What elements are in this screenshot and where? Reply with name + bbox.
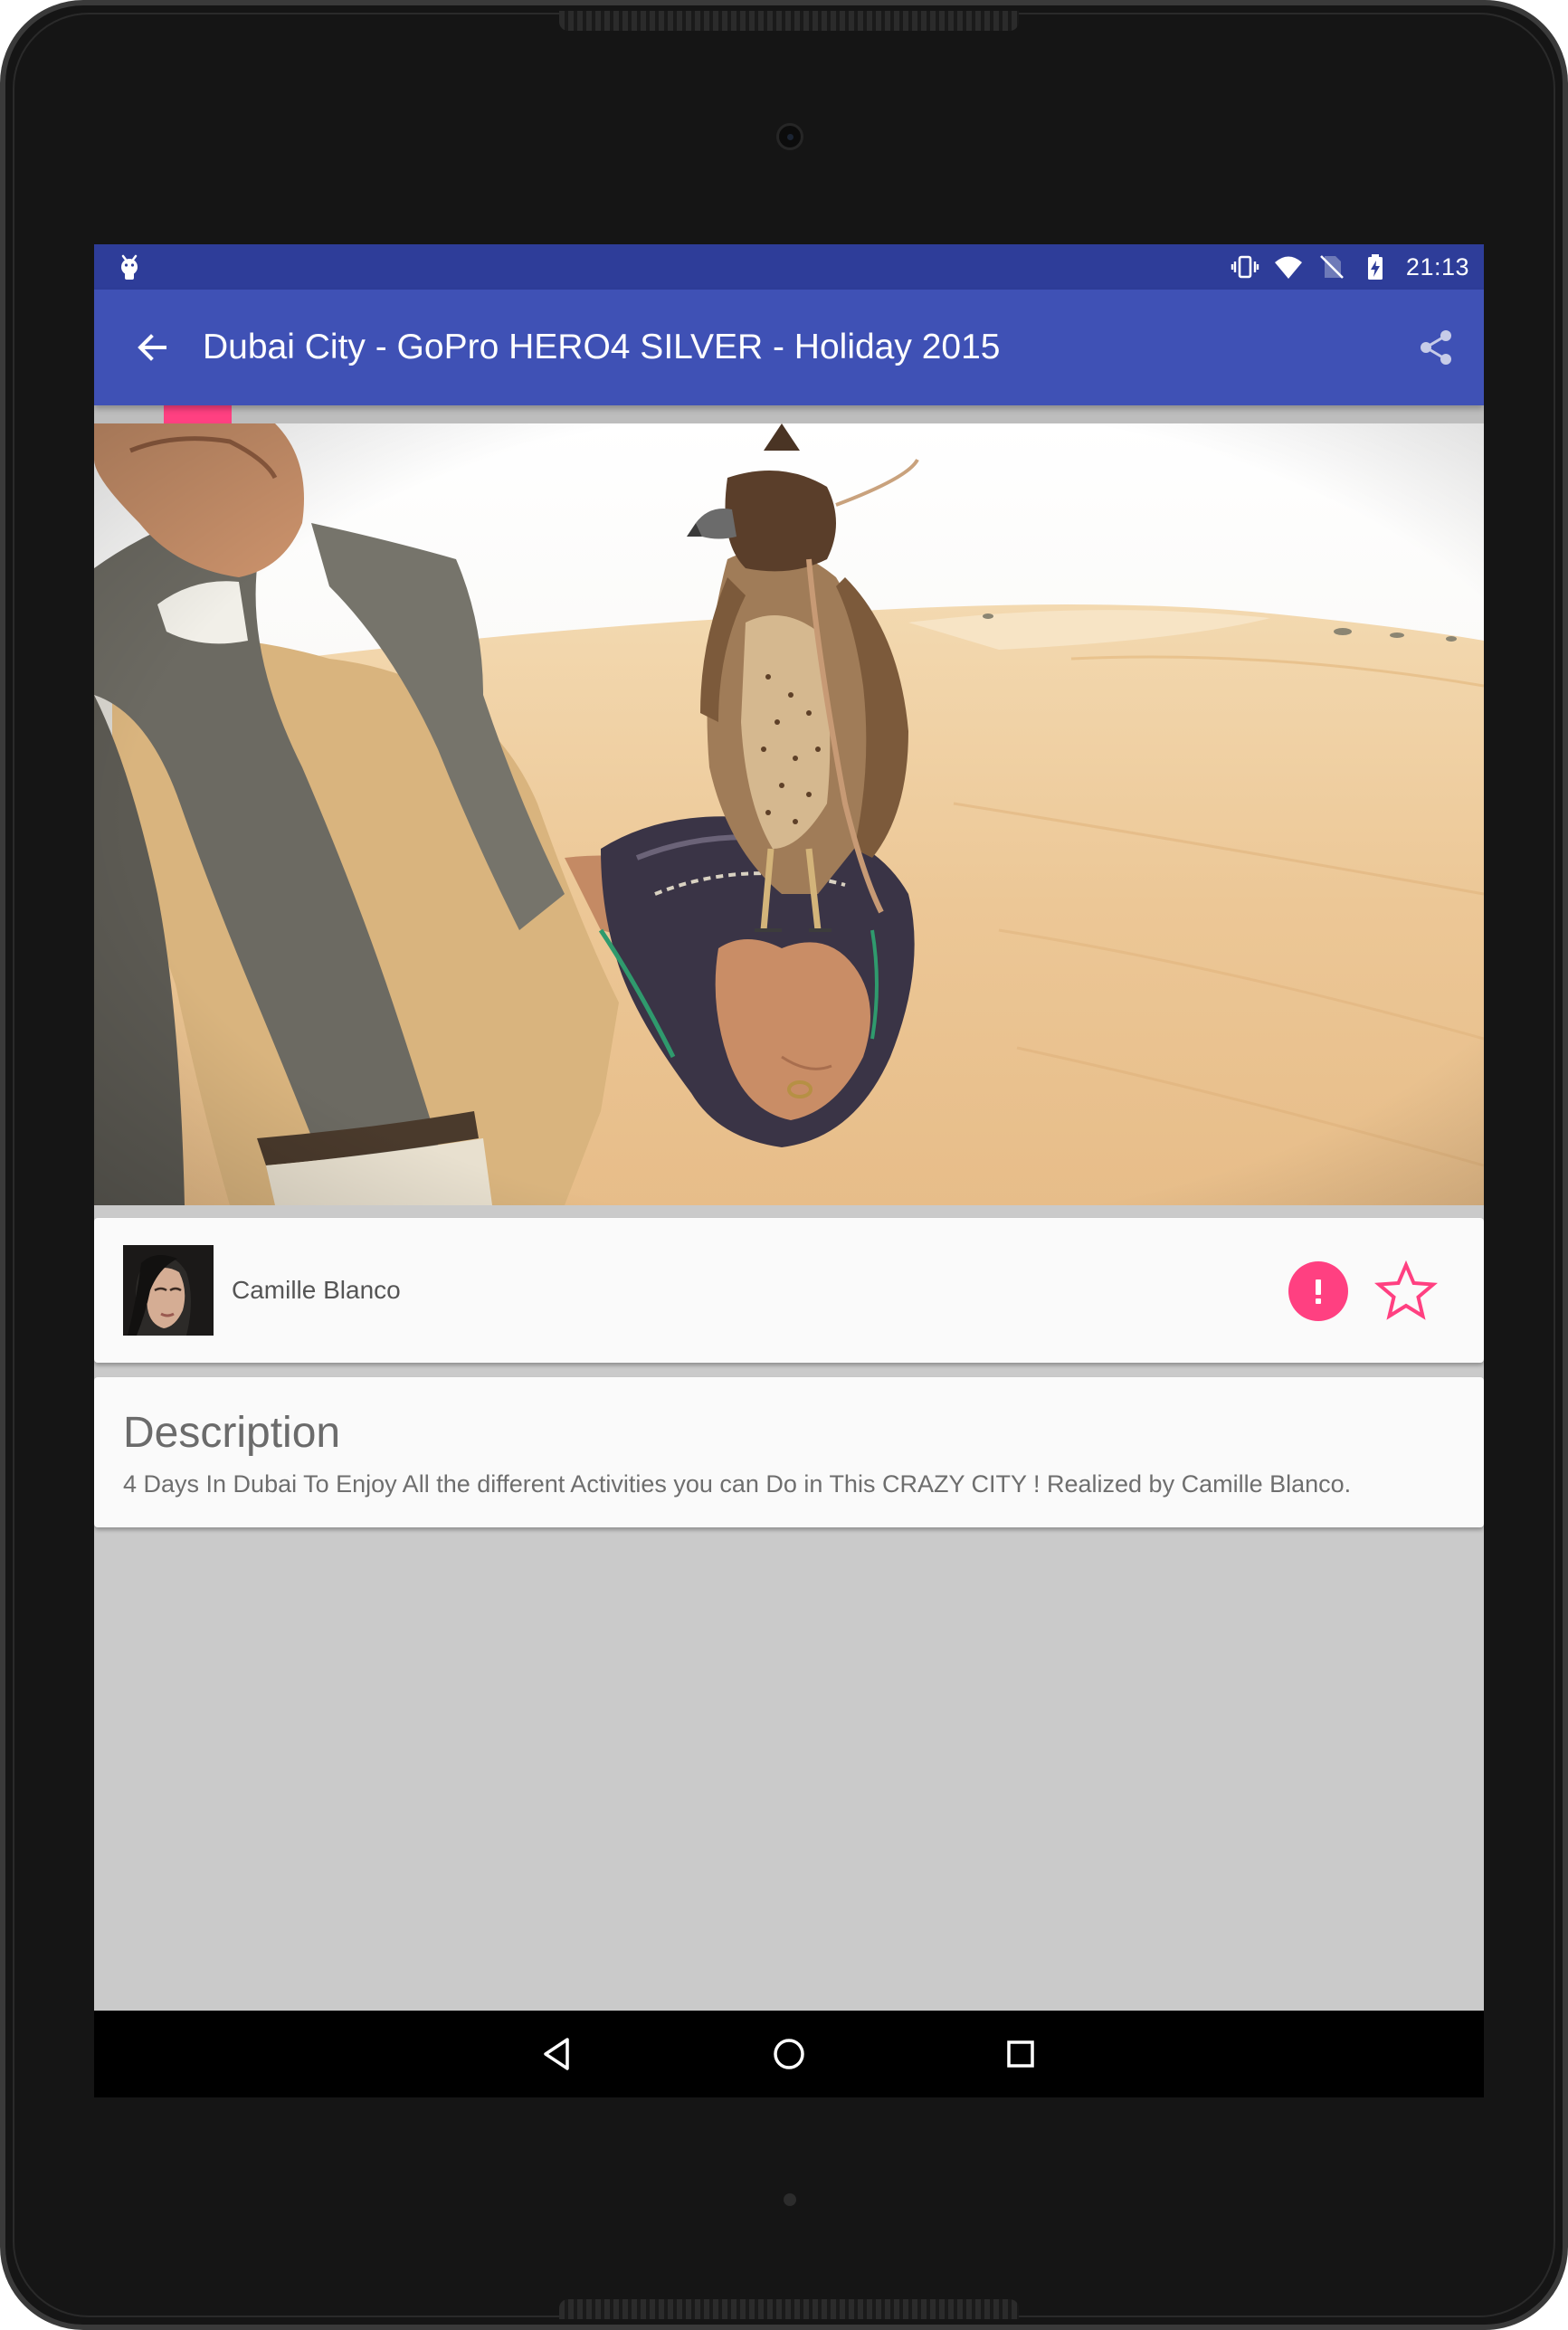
- video-progress-indicator: [164, 405, 232, 423]
- wifi-icon: [1274, 256, 1302, 279]
- nav-back-button[interactable]: [530, 2027, 584, 2081]
- author-name[interactable]: Camille Blanco: [232, 1218, 401, 1363]
- status-bar: 21:13: [94, 244, 1484, 290]
- vibrate-icon: [1231, 255, 1259, 279]
- home-circle-icon: [774, 2039, 804, 2069]
- top-speaker-grille: [559, 11, 1019, 31]
- avatar[interactable]: [123, 1245, 214, 1336]
- report-button[interactable]: [1288, 1261, 1348, 1321]
- author-avatar-photo: [123, 1245, 214, 1336]
- status-icons: 21:13: [1231, 244, 1469, 290]
- status-time: 21:13: [1405, 252, 1469, 281]
- device-screen: 21:13 Dubai City - GoPro HERO4 SILVER - …: [94, 244, 1484, 2097]
- description-text: 4 Days In Dubai To Enjoy All the differe…: [123, 1470, 1352, 1498]
- nav-recents-button[interactable]: [993, 2027, 1048, 2081]
- video-progress-strip[interactable]: [94, 405, 1484, 423]
- back-button[interactable]: [125, 320, 179, 375]
- arrow-back-icon: [138, 334, 166, 361]
- favorite-star-icon: [1374, 1260, 1438, 1320]
- desert-falconer-photo: [94, 423, 1484, 1205]
- front-camera: [776, 123, 803, 150]
- back-triangle-icon: [544, 2038, 569, 2070]
- share-button[interactable]: [1410, 320, 1464, 375]
- battery-charging-icon: [1367, 254, 1383, 280]
- video-thumbnail[interactable]: [94, 423, 1484, 1205]
- tablet-device-frame: 21:13 Dubai City - GoPro HERO4 SILVER - …: [0, 0, 1568, 2330]
- description-title: Description: [123, 1409, 341, 1457]
- description-card: Description 4 Days In Dubai To Enjoy All…: [94, 1377, 1484, 1527]
- bottom-sensor: [784, 2193, 796, 2206]
- nav-home-button[interactable]: [762, 2027, 816, 2081]
- favorite-button[interactable]: [1373, 1258, 1440, 1325]
- android-debug-icon: [121, 254, 138, 280]
- author-card: Camille Blanco: [94, 1218, 1484, 1363]
- share-icon: [1421, 330, 1451, 365]
- report-icon: [1316, 1279, 1321, 1304]
- recents-square-icon: [1007, 2040, 1034, 2068]
- no-sim-icon: [1320, 255, 1344, 279]
- system-navigation-bar: [94, 2011, 1484, 2097]
- app-toolbar: Dubai City - GoPro HERO4 SILVER - Holida…: [94, 290, 1484, 405]
- bottom-speaker-grille: [559, 2299, 1019, 2319]
- page-title: Dubai City - GoPro HERO4 SILVER - Holida…: [203, 328, 1001, 366]
